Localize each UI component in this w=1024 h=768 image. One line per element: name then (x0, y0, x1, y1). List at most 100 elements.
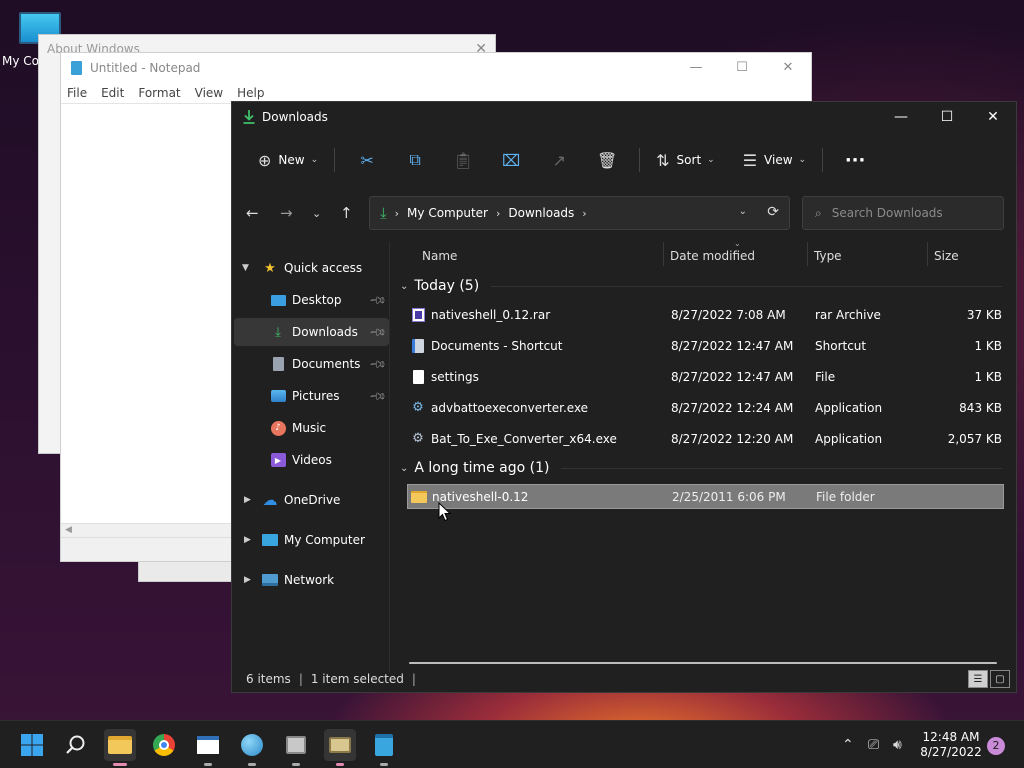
pin-icon[interactable]: 📌︎ (368, 322, 387, 341)
breadcrumb-chevron-icon[interactable]: › (395, 207, 399, 220)
sidebar-item-videos[interactable]: ▶ Videos (234, 446, 389, 474)
sidebar-item-pictures[interactable]: Pictures 📌︎ (234, 382, 389, 410)
installer-taskbar-button[interactable] (324, 729, 356, 766)
chevron-right-icon[interactable]: ▶ (244, 535, 251, 545)
sidebar-item-my-computer[interactable]: ▶ My Computer (234, 526, 389, 554)
new-button-label: New (278, 153, 305, 167)
notepad-taskbar-button[interactable] (368, 729, 400, 766)
sidebar-item-label: My Computer (284, 533, 365, 547)
file-row[interactable]: Documents - Shortcut 8/27/2022 12:47 AM … (407, 333, 1004, 358)
address-bar[interactable]: ⤓ › My Computer › Downloads › ⌄ ⟳ (369, 196, 790, 230)
settings-app-taskbar-button[interactable] (280, 729, 312, 766)
sidebar-item-documents[interactable]: Documents 📌︎ (234, 350, 389, 378)
clock[interactable]: 12:48 AM 8/27/2022 (920, 730, 982, 760)
rename-icon[interactable]: ⌧ (487, 151, 535, 170)
file-row[interactable]: settings 8/27/2022 12:47 AM File 1 KB (407, 364, 1004, 389)
file-type: File folder (816, 489, 875, 504)
column-header-type[interactable]: Type (814, 249, 842, 263)
new-button[interactable]: ⊕ New ⌄ (250, 143, 326, 177)
column-separator[interactable] (663, 242, 664, 266)
chevron-down-icon[interactable]: ⌄ (400, 463, 408, 474)
search-input[interactable] (831, 206, 982, 220)
notepad-maximize-button[interactable]: ☐ (719, 53, 765, 83)
view-button[interactable]: ☰ View ⌄ (735, 143, 814, 177)
forward-arrow-icon[interactable]: → (280, 204, 293, 222)
explorer-minimize-button[interactable]: — (878, 102, 924, 132)
network-app-taskbar-button[interactable] (236, 729, 268, 766)
up-arrow-icon[interactable]: ↑ (340, 204, 353, 222)
large-icons-view-icon[interactable]: ▢ (990, 670, 1010, 688)
explorer-statusbar: 6 items | 1 item selected | ☰ ▢ (232, 666, 1016, 692)
sort-button[interactable]: ⇅ Sort ⌄ (648, 143, 723, 177)
notification-badge[interactable]: 2 (987, 737, 1005, 755)
sidebar-item-music[interactable]: ♪ Music (234, 414, 389, 442)
sidebar-item-quick-access[interactable]: ▼ ★ Quick access (234, 254, 389, 282)
notepad-title: Untitled - Notepad (90, 61, 201, 75)
more-options-icon[interactable]: ··· (831, 150, 879, 171)
sidebar-item-desktop[interactable]: Desktop 📌︎ (234, 286, 389, 314)
breadcrumb-my-computer[interactable]: My Computer (407, 206, 488, 220)
details-view-icon[interactable]: ☰ (968, 670, 988, 688)
notepad-close-button[interactable]: ✕ (765, 53, 811, 83)
cut-icon[interactable]: ✂ (343, 151, 391, 170)
file-type: Application (815, 431, 883, 446)
group-header-today[interactable]: ⌄ Today (5) (398, 274, 1002, 298)
file-explorer-taskbar-button[interactable] (104, 729, 136, 766)
explorer-close-button[interactable]: ✕ (970, 102, 1016, 132)
notepad-minimize-button[interactable]: — (673, 53, 719, 83)
chevron-right-icon[interactable]: ▶ (244, 575, 251, 585)
chevron-down-icon[interactable]: ⌄ (400, 281, 408, 292)
show-hidden-icons-chevron-icon[interactable]: ⌃ (842, 721, 854, 768)
file-row-selected[interactable]: nativeshell-0.12 2/25/2011 6:06 PM File … (407, 484, 1004, 509)
pin-icon[interactable]: 📌︎ (368, 354, 387, 373)
file-row[interactable]: ⚙ Bat_To_Exe_Converter_x64.exe 8/27/2022… (407, 426, 1004, 451)
column-header-name[interactable]: Name (422, 249, 457, 263)
menu-help[interactable]: Help (237, 86, 264, 100)
back-arrow-icon[interactable]: ← (246, 204, 259, 222)
delete-icon[interactable]: 🗑︎ (583, 151, 631, 170)
address-dropdown-icon[interactable]: ⌄ (739, 206, 747, 217)
breadcrumb-chevron-icon[interactable]: › (582, 207, 586, 220)
copy-icon[interactable]: ⧉ (391, 150, 439, 170)
recent-locations-icon[interactable]: ⌄ (312, 207, 321, 220)
column-separator[interactable] (807, 242, 808, 266)
column-header-size[interactable]: Size (934, 249, 959, 263)
start-button[interactable] (16, 729, 48, 761)
chevron-right-icon[interactable]: ▶ (244, 495, 251, 505)
pin-icon[interactable]: 📌︎ (368, 290, 387, 309)
file-list-horizontal-scrollbar[interactable] (409, 662, 997, 664)
refresh-icon[interactable]: ⟳ (767, 204, 779, 220)
pane-divider[interactable] (389, 242, 390, 672)
network-status-icon[interactable]: ⎚ (868, 721, 879, 768)
breadcrumb-downloads[interactable]: Downloads (508, 206, 574, 220)
sidebar-item-network[interactable]: ▶ Network (234, 566, 389, 594)
app-window-taskbar-button[interactable] (192, 729, 224, 766)
menu-view[interactable]: View (195, 86, 223, 100)
file-row[interactable]: nativeshell_0.12.rar 8/27/2022 7:08 AM r… (407, 302, 1004, 327)
chrome-taskbar-button[interactable] (148, 729, 180, 761)
share-icon[interactable]: ↗ (535, 151, 583, 170)
pin-icon[interactable]: 📌︎ (368, 386, 387, 405)
column-separator[interactable] (927, 242, 928, 266)
menu-file[interactable]: File (67, 86, 87, 100)
sidebar-item-onedrive[interactable]: ▶ ☁ OneDrive (234, 486, 389, 514)
volume-icon[interactable]: 🔊︎ (893, 721, 902, 768)
music-icon: ♪ (270, 420, 286, 436)
window-icon (197, 736, 219, 754)
file-row[interactable]: ⚙ advbattoexeconverter.exe 8/27/2022 12:… (407, 395, 1004, 420)
scroll-left-icon[interactable]: ◀ (65, 525, 72, 535)
menu-edit[interactable]: Edit (101, 86, 124, 100)
search-taskbar-button[interactable] (60, 729, 92, 761)
computer-icon (262, 533, 278, 547)
menu-format[interactable]: Format (138, 86, 180, 100)
explorer-maximize-button[interactable]: ☐ (924, 102, 970, 132)
search-box[interactable]: ⌕ (802, 196, 1004, 230)
background-window-edge (138, 562, 238, 582)
group-header-long-ago[interactable]: ⌄ A long time ago (1) (398, 456, 1002, 480)
column-header-date[interactable]: Date modified (670, 249, 755, 263)
chevron-down-icon[interactable]: ▼ (242, 263, 249, 273)
sidebar-item-downloads[interactable]: ⤓ Downloads 📌︎ (234, 318, 389, 346)
breadcrumb-chevron-icon[interactable]: › (496, 207, 500, 220)
paste-icon[interactable]: 📋︎ (439, 151, 487, 170)
taskbar: ⌃ ⎚ 🔊︎ 12:48 AM 8/27/2022 2 (0, 720, 1024, 768)
